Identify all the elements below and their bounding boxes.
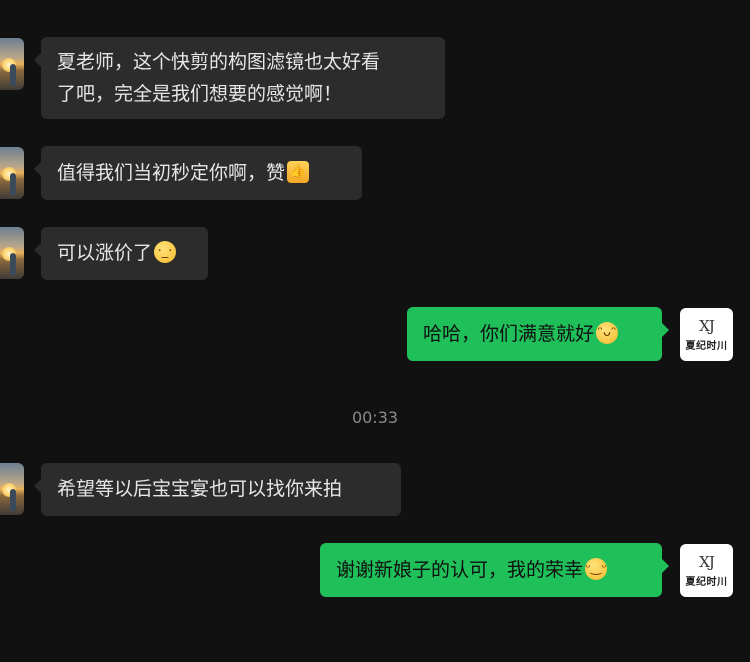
- chat-timestamp: 00:33: [351, 408, 399, 427]
- avatar-figure: [10, 489, 16, 511]
- message-text: 可以涨价了: [57, 242, 153, 264]
- thinking-face-emoji-icon: ·_·: [154, 241, 177, 263]
- my-avatar[interactable]: XJ 夏纪时川: [680, 308, 733, 361]
- message-text: 哈哈，你们满意就好: [423, 323, 595, 345]
- message-bubble-outgoing[interactable]: 谢谢新娘子的认可，我的荣幸 ᵕ‿ᵕ: [320, 543, 669, 597]
- contact-avatar[interactable]: [0, 38, 24, 90]
- brand-logo-text: 夏纪时川: [685, 576, 728, 588]
- message-bubble-incoming[interactable]: 可以涨价了 ·_·: [34, 227, 208, 280]
- message-text: 希望等以后宝宝宴也可以找你来拍: [57, 478, 343, 500]
- avatar-figure: [10, 64, 16, 86]
- thumbs-up-emoji-icon: 👍: [287, 161, 310, 183]
- smiling-face-emoji-icon: ᵕ‿ᵕ: [585, 558, 608, 580]
- my-avatar[interactable]: XJ 夏纪时川: [680, 544, 733, 597]
- message-text: 谢谢新娘子的认可，我的荣幸: [336, 559, 584, 581]
- grinning-face-emoji-icon: ᵔᴗᵔ: [596, 322, 619, 344]
- message-bubble-incoming[interactable]: 值得我们当初秒定你啊，赞 👍: [34, 146, 362, 200]
- message-text: 值得我们当初秒定你啊，赞: [57, 162, 286, 184]
- message-bubble-incoming[interactable]: 夏老师，这个快剪的构图滤镜也太好看 了吧，完全是我们想要的感觉啊！: [34, 37, 445, 119]
- message-bubble-incoming[interactable]: 希望等以后宝宝宴也可以找你来拍: [34, 463, 401, 516]
- brand-logo-mark: XJ: [699, 316, 715, 335]
- message-text-line: 夏老师，这个快剪的构图滤镜也太好看: [57, 51, 381, 73]
- contact-avatar[interactable]: [0, 227, 24, 279]
- brand-logo-text: 夏纪时川: [685, 340, 728, 352]
- contact-avatar[interactable]: [0, 463, 24, 515]
- brand-logo-mark: XJ: [699, 552, 715, 571]
- avatar-figure: [10, 253, 16, 275]
- message-text-line: 了吧，完全是我们想要的感觉啊！: [57, 83, 343, 105]
- message-bubble-outgoing[interactable]: 哈哈，你们满意就好 ᵔᴗᵔ: [407, 307, 669, 361]
- avatar-figure: [10, 173, 16, 195]
- contact-avatar[interactable]: [0, 147, 24, 199]
